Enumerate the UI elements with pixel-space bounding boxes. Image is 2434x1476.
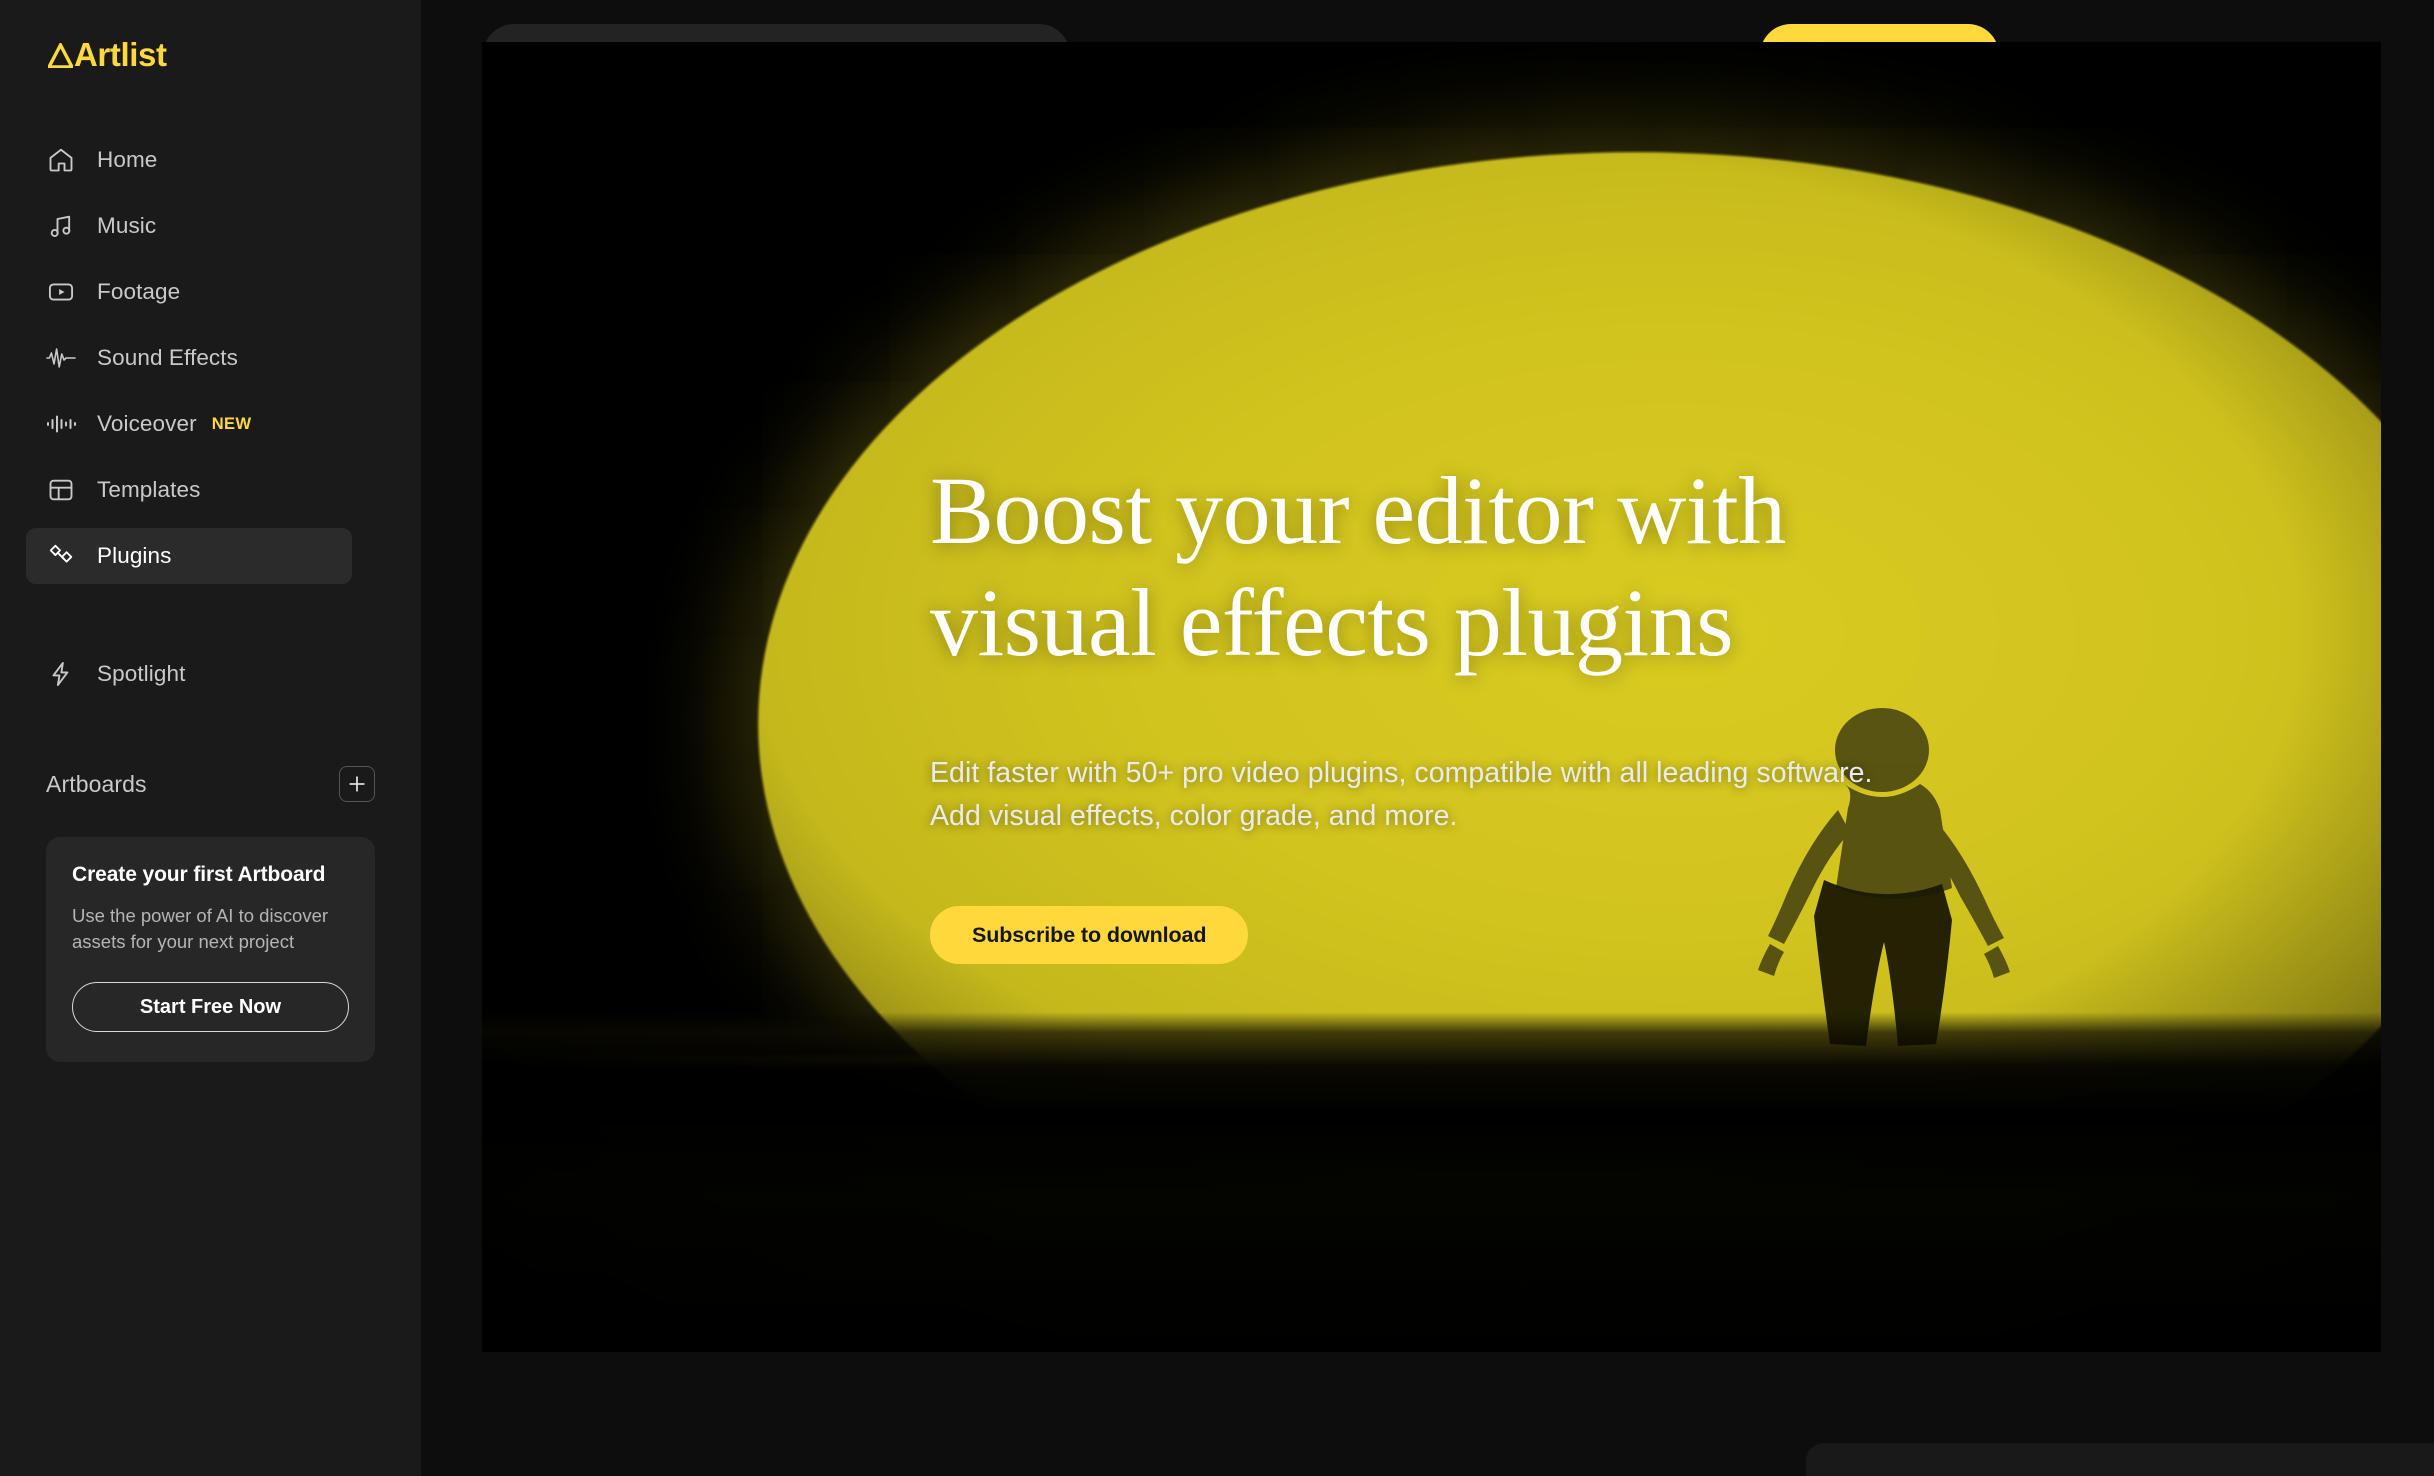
bottom-panel[interactable] — [1806, 1443, 2434, 1476]
hero-subtitle-line-1: Edit faster with 50+ pro video plugins, … — [930, 756, 1873, 789]
main-content: Start Free Now Business Pricing Sign in — [421, 0, 2434, 1476]
sidebar-item-home[interactable]: Home — [26, 132, 352, 188]
artboard-promo-card: Create your first Artboard Use the power… — [46, 837, 375, 1063]
add-artboard-button[interactable] — [339, 766, 375, 802]
sidebar-item-spotlight[interactable]: Spotlight — [26, 646, 352, 702]
sidebar-item-label: Spotlight — [97, 661, 186, 686]
sidebar-nav: Home Music Footage Sound Effects Voiceov… — [0, 132, 421, 702]
logo-triangle-icon — [48, 42, 73, 68]
logo[interactable]: Artlist — [0, 0, 421, 110]
artboards-header: Artboards — [0, 764, 421, 804]
sidebar: Artlist Home Music Footage Sound Effects… — [0, 0, 421, 1476]
sidebar-item-sound-effects[interactable]: Sound Effects — [26, 330, 352, 386]
status-badge: NEW — [211, 414, 252, 433]
logo-text: Artlist — [48, 36, 167, 74]
app-root: Artlist Home Music Footage Sound Effects… — [0, 0, 2434, 1476]
home-icon — [46, 145, 76, 175]
sidebar-item-label: Music — [97, 213, 157, 238]
hero-title-line-1: Boost your editor with — [930, 457, 1786, 564]
voice-bars-icon — [46, 409, 76, 439]
subscribe-to-download-button[interactable]: Subscribe to download — [930, 906, 1249, 965]
video-play-icon — [46, 277, 76, 307]
page-title: Boost your editor with visual effects pl… — [930, 455, 2030, 680]
sidebar-item-label: Sound Effects — [97, 345, 238, 370]
sidebar-item-label: Footage — [97, 279, 181, 304]
sidebar-item-label: Templates — [97, 477, 201, 502]
sidebar-item-label: Plugins — [97, 543, 172, 568]
hero-subtitle-line-2: Add visual effects, color grade, and mor… — [930, 799, 1458, 832]
hero-floor-shadow — [482, 1012, 2381, 1352]
sidebar-item-label: Home — [97, 147, 158, 172]
plug-icon — [46, 541, 76, 571]
promo-start-free-button[interactable]: Start Free Now — [72, 982, 349, 1033]
sidebar-item-voiceover[interactable]: Voiceover NEW — [26, 396, 352, 452]
nav-divider-space — [46, 594, 375, 646]
waveform-icon — [46, 343, 76, 373]
hero-title-line-2: visual effects plugins — [930, 569, 1734, 677]
hero-subtitle: Edit faster with 50+ pro video plugins, … — [930, 752, 2030, 839]
sidebar-item-footage[interactable]: Footage — [26, 264, 352, 320]
promo-title: Create your first Artboard — [72, 863, 326, 886]
sidebar-item-music[interactable]: Music — [26, 198, 352, 254]
artboards-title: Artboards — [46, 770, 147, 797]
layout-grid-icon — [46, 475, 76, 505]
sidebar-item-plugins[interactable]: Plugins — [26, 528, 352, 584]
logo-label: Artlist — [74, 36, 167, 73]
sidebar-item-label: Voiceover — [97, 411, 197, 436]
hero-copy-block: Boost your editor with visual effects pl… — [930, 455, 2030, 965]
plus-icon — [349, 776, 365, 792]
promo-subtitle: Use the power of AI to discover assets f… — [72, 905, 329, 952]
lightning-bolt-icon — [46, 659, 76, 689]
sidebar-item-templates[interactable]: Templates — [26, 462, 352, 518]
music-note-icon — [46, 211, 76, 241]
